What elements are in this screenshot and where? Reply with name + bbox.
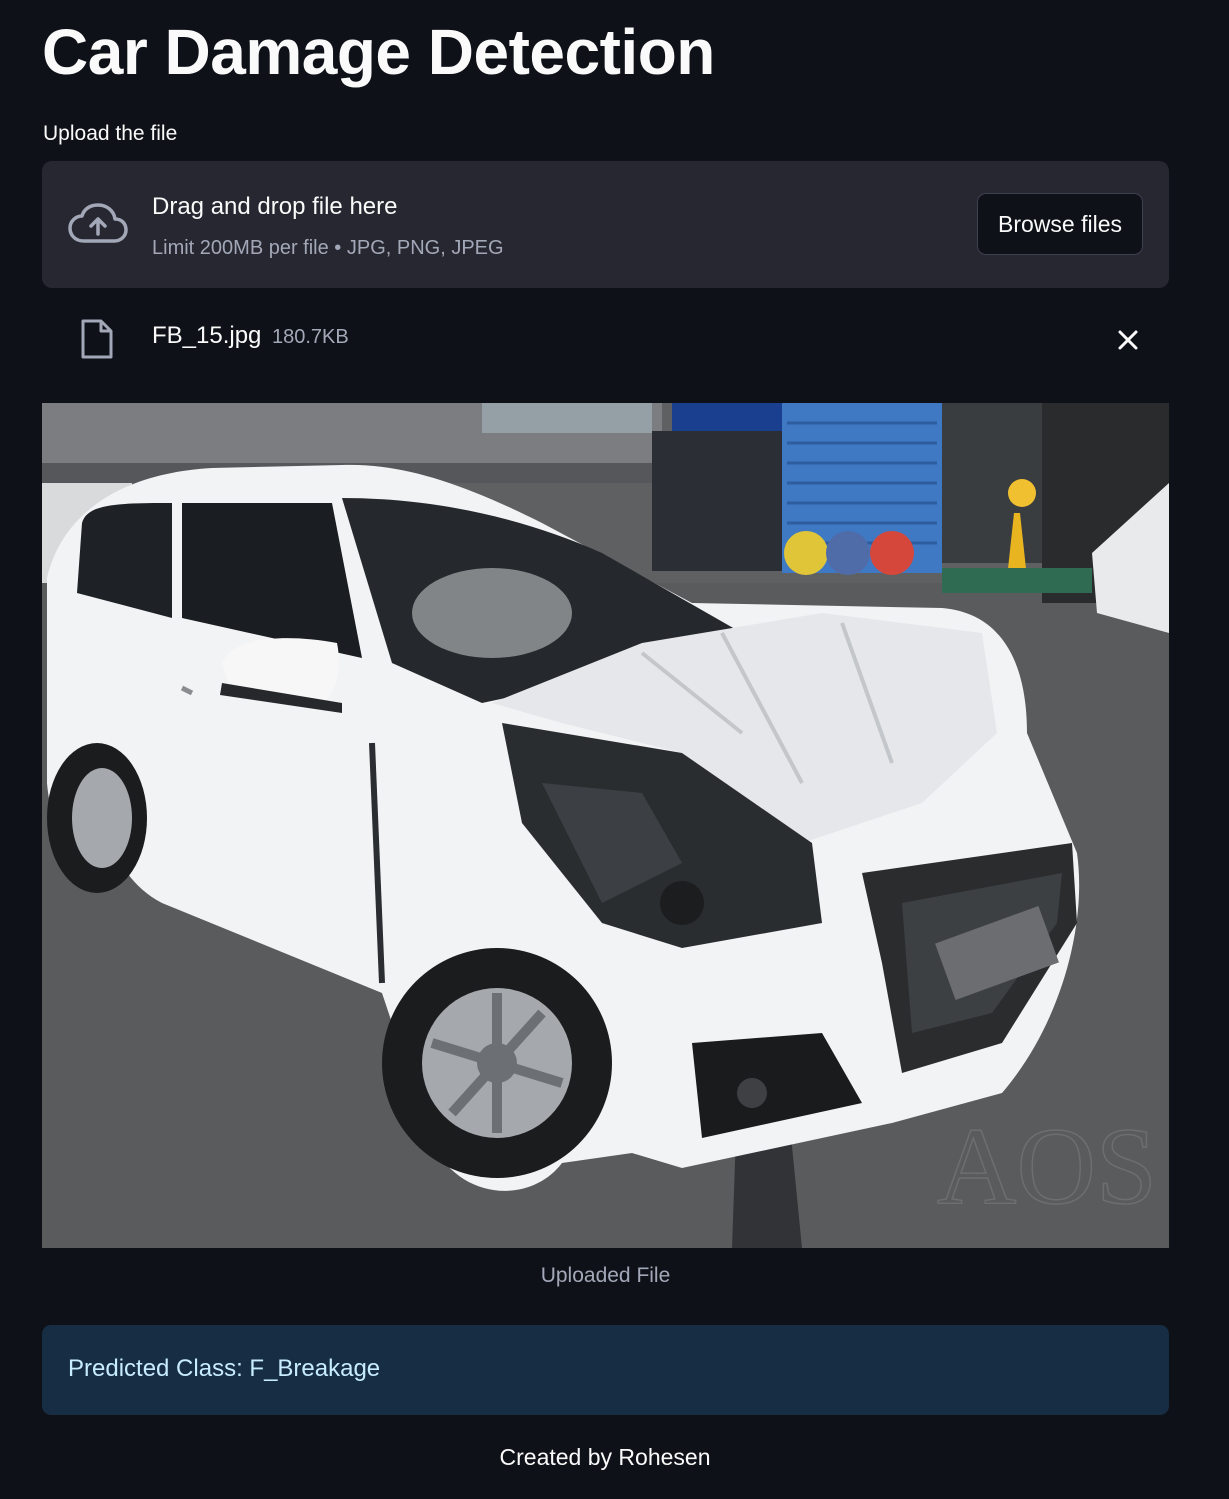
dropzone-limit-text: Limit 200MB per file • JPG, PNG, JPEG — [152, 237, 504, 259]
footer-credit: Created by Rohesen — [499, 1444, 711, 1470]
cloud-upload-icon — [68, 203, 128, 243]
prediction-alert: Predicted Class: F_Breakage — [42, 1325, 1169, 1415]
file-name: FB_15.jpg — [152, 322, 262, 349]
watermark-text: AOS — [937, 1105, 1157, 1227]
uploaded-file-row: FB_15.jpg 180.7KB — [42, 312, 1169, 368]
file-size: 180.7KB — [272, 326, 349, 348]
dropzone-title: Drag and drop file here — [152, 193, 398, 220]
uploaded-car-image: AOS — [42, 403, 1169, 1248]
uploader-label: Upload the file — [43, 122, 178, 145]
file-dropzone[interactable]: Drag and drop file here Limit 200MB per … — [42, 161, 1169, 288]
close-icon[interactable] — [1114, 326, 1142, 354]
file-icon — [81, 319, 113, 359]
car-photo-illustration: AOS — [42, 403, 1169, 1248]
browse-files-button[interactable]: Browse files — [977, 193, 1143, 255]
image-caption: Uploaded File — [540, 1264, 671, 1287]
page-title: Car Damage Detection — [42, 16, 715, 88]
prediction-text: Predicted Class: F_Breakage — [68, 1355, 381, 1382]
